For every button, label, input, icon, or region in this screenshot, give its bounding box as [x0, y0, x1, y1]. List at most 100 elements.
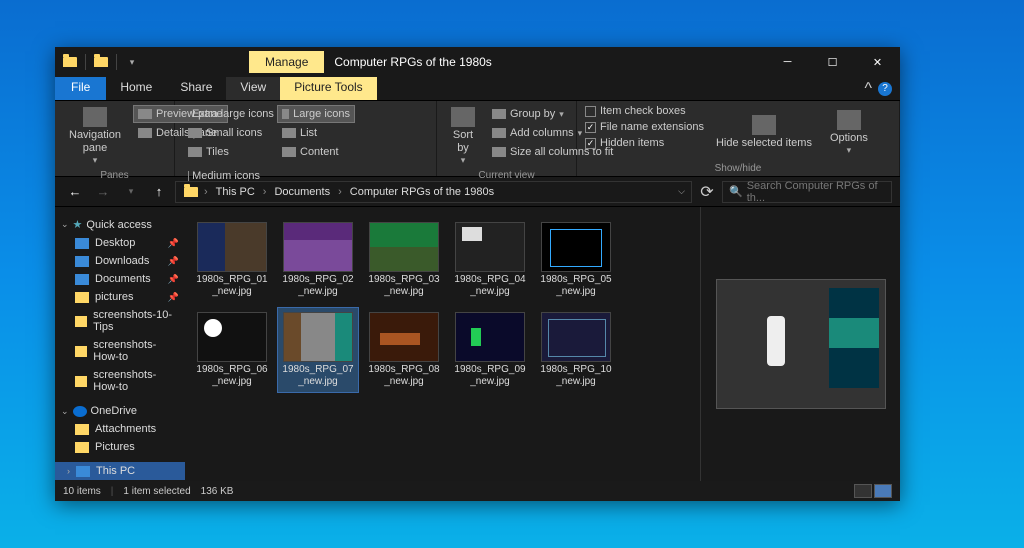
sidebar-item-network[interactable]: ›Network: [55, 480, 185, 481]
file-item[interactable]: 1980s_RPG_05_new.jpg: [535, 217, 617, 303]
preview-image: [716, 279, 886, 409]
file-name: 1980s_RPG_03_new.jpg: [368, 274, 440, 298]
thumbnail: [541, 222, 611, 272]
item-checkboxes-checkbox[interactable]: Item check boxes: [585, 105, 704, 117]
large-icons-button[interactable]: Large icons: [277, 105, 355, 123]
file-extensions-checkbox[interactable]: File name extensions: [585, 121, 704, 133]
thumbnail: [197, 312, 267, 362]
list-button[interactable]: List: [277, 124, 355, 142]
folder-icon: [61, 53, 79, 71]
selection-count: 1 item selected: [123, 486, 190, 497]
sidebar-item-documents[interactable]: Documents📌: [55, 270, 185, 288]
group-label: Show/hide: [585, 161, 891, 174]
close-button[interactable]: ✕: [855, 47, 900, 77]
file-name: 1980s_RPG_07_new.jpg: [282, 364, 354, 388]
sort-by-button[interactable]: Sort by▾: [445, 105, 481, 168]
thumbnail: [283, 312, 353, 362]
quick-access-header[interactable]: ⌄★Quick access: [55, 215, 185, 234]
file-name: 1980s_RPG_01_new.jpg: [196, 274, 268, 298]
home-tab[interactable]: Home: [106, 77, 166, 100]
breadcrumb-segment[interactable]: Documents: [270, 184, 334, 200]
navigation-pane-button[interactable]: Navigation pane▾: [63, 105, 127, 168]
sidebar-item-folder[interactable]: screenshots-How-to: [55, 336, 185, 366]
ribbon-tabs: File Home Share View Picture Tools ^ ?: [55, 77, 900, 101]
forward-button[interactable]: →: [91, 180, 115, 204]
file-item[interactable]: 1980s_RPG_02_new.jpg: [277, 217, 359, 303]
minimize-button[interactable]: ─: [765, 47, 810, 77]
status-bar: 10 items | 1 item selected 136 KB: [55, 481, 900, 501]
file-item[interactable]: 1980s_RPG_03_new.jpg: [363, 217, 445, 303]
address-bar[interactable]: › This PC› Documents› Computer RPGs of t…: [175, 181, 692, 203]
details-view-icon[interactable]: [854, 484, 872, 498]
help-icon[interactable]: ?: [878, 82, 892, 96]
tiles-button[interactable]: Tiles: [183, 143, 271, 161]
ribbon-group-current-view: Sort by▾ Group by▾ Add columns▾ Size all…: [437, 101, 577, 176]
hidden-items-checkbox[interactable]: Hidden items: [585, 137, 704, 149]
item-count: 10 items: [63, 486, 101, 497]
file-item[interactable]: 1980s_RPG_06_new.jpg: [191, 307, 273, 393]
ribbon-group-layout: Extra large icons Small icons Tiles Larg…: [175, 101, 437, 176]
pin-icon: 📌: [168, 256, 179, 267]
sidebar-item-pictures[interactable]: pictures📌: [55, 288, 185, 306]
options-button[interactable]: Options▾: [824, 105, 874, 161]
file-item[interactable]: 1980s_RPG_09_new.jpg: [449, 307, 531, 393]
refresh-button[interactable]: ⟳: [696, 182, 718, 202]
thumbnail: [455, 312, 525, 362]
navigation-bar: ← → ▾ ↑ › This PC› Documents› Computer R…: [55, 177, 900, 207]
file-item[interactable]: 1980s_RPG_08_new.jpg: [363, 307, 445, 393]
manage-contextual-tab[interactable]: Manage: [249, 51, 324, 73]
up-button[interactable]: ↑: [147, 180, 171, 204]
file-item[interactable]: 1980s_RPG_01_new.jpg: [191, 217, 273, 303]
file-name: 1980s_RPG_06_new.jpg: [196, 364, 268, 388]
sidebar-item-pictures[interactable]: Pictures: [55, 438, 185, 456]
file-name: 1980s_RPG_02_new.jpg: [282, 274, 354, 298]
maximize-button[interactable]: ☐: [810, 47, 855, 77]
sidebar-item-desktop[interactable]: Desktop📌: [55, 234, 185, 252]
file-item[interactable]: 1980s_RPG_07_new.jpg: [277, 307, 359, 393]
picture-tools-tab[interactable]: Picture Tools: [280, 77, 376, 100]
file-explorer-window: ▾ Manage Computer RPGs of the 1980s ─ ☐ …: [55, 47, 900, 501]
file-name: 1980s_RPG_08_new.jpg: [368, 364, 440, 388]
ribbon-group-panes: Navigation pane▾ Preview pane Details pa…: [55, 101, 175, 176]
file-tab[interactable]: File: [55, 77, 106, 100]
search-icon: 🔍: [729, 185, 743, 198]
file-name: 1980s_RPG_09_new.jpg: [454, 364, 526, 388]
file-item[interactable]: 1980s_RPG_10_new.jpg: [535, 307, 617, 393]
chevron-down-icon[interactable]: ⌵: [678, 186, 685, 197]
separator: [85, 54, 86, 70]
file-item[interactable]: 1980s_RPG_04_new.jpg: [449, 217, 531, 303]
search-placeholder: Search Computer RPGs of th...: [747, 180, 885, 204]
file-name: 1980s_RPG_05_new.jpg: [540, 274, 612, 298]
extra-large-icons-button[interactable]: Extra large icons: [183, 105, 271, 123]
large-icons-view-icon[interactable]: [874, 484, 892, 498]
file-name: 1980s_RPG_04_new.jpg: [454, 274, 526, 298]
breadcrumb-segment[interactable]: This PC: [212, 184, 259, 200]
sidebar-item-folder[interactable]: screenshots-10-Tips: [55, 306, 185, 336]
view-tab[interactable]: View: [226, 77, 280, 100]
file-list[interactable]: 1980s_RPG_01_new.jpg 1980s_RPG_02_new.jp…: [185, 207, 700, 481]
sidebar-item-attachments[interactable]: Attachments: [55, 420, 185, 438]
sidebar-item-folder[interactable]: screenshots-How-to: [55, 366, 185, 396]
thumbnail: [369, 222, 439, 272]
pin-icon: 📌: [168, 292, 179, 303]
small-icons-button[interactable]: Small icons: [183, 124, 271, 142]
onedrive-header[interactable]: ⌄OneDrive: [55, 402, 185, 420]
expand-ribbon-icon[interactable]: ^: [864, 80, 872, 98]
hide-selected-button[interactable]: Hide selected items: [710, 105, 818, 161]
breadcrumb-segment[interactable]: Computer RPGs of the 1980s: [346, 184, 498, 200]
sidebar-item-this-pc[interactable]: ›This PC: [55, 462, 185, 480]
sidebar-item-downloads[interactable]: Downloads📌: [55, 252, 185, 270]
recent-locations-button[interactable]: ▾: [119, 180, 143, 204]
search-box[interactable]: 🔍 Search Computer RPGs of th...: [722, 181, 892, 203]
chevron-down-icon[interactable]: ▾: [123, 53, 141, 71]
thumbnail: [455, 222, 525, 272]
file-name: 1980s_RPG_10_new.jpg: [540, 364, 612, 388]
window-controls: ─ ☐ ✕: [765, 47, 900, 77]
thumbnail: [369, 312, 439, 362]
share-tab[interactable]: Share: [166, 77, 226, 100]
content-button[interactable]: Content: [277, 143, 355, 161]
back-button[interactable]: ←: [63, 180, 87, 204]
navigation-sidebar: ⌄★Quick access Desktop📌 Downloads📌 Docum…: [55, 207, 185, 481]
window-title: Computer RPGs of the 1980s: [334, 55, 491, 69]
folder-icon: [92, 53, 110, 71]
